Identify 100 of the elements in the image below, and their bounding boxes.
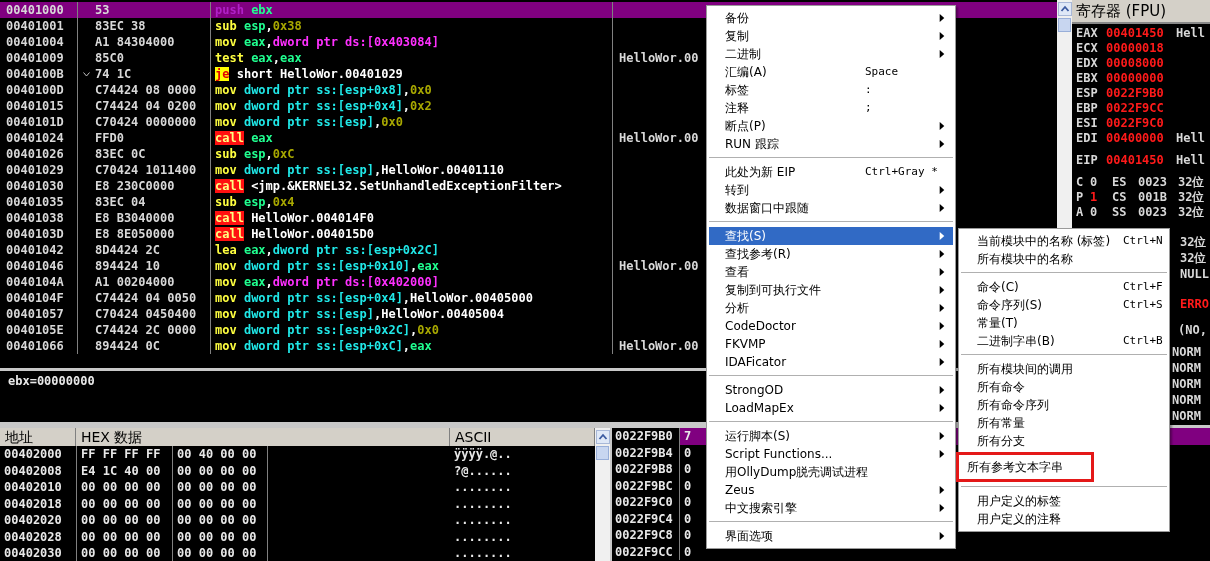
- address-cell-text: 00402010: [3, 479, 63, 496]
- menu-item[interactable]: 复制: [709, 27, 953, 45]
- hex-cell: E8 230C0000: [95, 178, 175, 194]
- instruction-cell: test eax,eax: [215, 51, 302, 65]
- menu-item[interactable]: 标签 :: [709, 81, 953, 99]
- menu-label: 命令序列(S): [977, 297, 1043, 314]
- comment-cell: HelloWor.00: [619, 51, 699, 65]
- address-cell: 0022F9C8: [612, 527, 680, 544]
- column-header[interactable]: HEX 数据: [76, 428, 450, 446]
- menu-item[interactable]: 二进制: [709, 45, 953, 63]
- scrollbar-thumb[interactable]: [596, 446, 609, 460]
- menu-item[interactable]: LoadMapEx: [709, 399, 953, 417]
- register-name: EBX: [1076, 71, 1099, 86]
- menu-item[interactable]: 用户定义的注释: [961, 510, 1167, 528]
- column-header[interactable]: 地址: [0, 428, 76, 446]
- menu-item[interactable]: 所有模块间的调用: [961, 360, 1167, 378]
- menu-item[interactable]: 当前模块中的名称 (标签) Ctrl+N: [961, 232, 1167, 250]
- register-value: 00000000: [1106, 71, 1165, 86]
- hex-cell: A1 84304000: [95, 34, 175, 50]
- menu-item[interactable]: 分析: [709, 299, 953, 317]
- menu-label: 用户定义的标签: [977, 493, 1062, 510]
- flag-name: C: [1076, 175, 1085, 190]
- menu-item[interactable]: 查找参考(R): [709, 245, 953, 263]
- menu-label: 所有模块间的调用: [977, 361, 1074, 378]
- menu-item[interactable]: 用户定义的标签: [961, 492, 1167, 510]
- instruction-cell: mov dword ptr ss:[esp+0x10],eax: [215, 259, 439, 273]
- flag-value: 0: [1090, 205, 1099, 220]
- menu-item[interactable]: 运行脚本(S): [709, 427, 953, 445]
- menu-item[interactable]: 用OllyDump脱壳调试进程: [709, 463, 953, 481]
- menu-item[interactable]: 所有命令: [961, 378, 1167, 396]
- ascii-cell-text: ........: [453, 528, 512, 545]
- address-cell: 0040104F: [6, 291, 64, 305]
- menu-item[interactable]: 所有参考文本字串: [956, 452, 1094, 482]
- hex-cell: 00 40 00 00: [172, 446, 268, 463]
- register-value: 00008000: [1106, 56, 1165, 71]
- ascii-cell-text: ?@......: [453, 462, 512, 479]
- menu-item[interactable]: 转到: [709, 181, 953, 199]
- menu-item[interactable]: FKVMP: [709, 335, 953, 353]
- menu-item[interactable]: StrongOD: [709, 381, 953, 399]
- menu-item[interactable]: 注释 ;: [709, 99, 953, 117]
- menu-item[interactable]: CodeDoctor: [709, 317, 953, 335]
- fpu-tag: NORM: [1172, 377, 1201, 391]
- address-cell: 00401026: [6, 147, 64, 161]
- address-cell: 0040105E: [6, 323, 64, 337]
- segment-name: ES: [1112, 175, 1128, 190]
- menu-item[interactable]: 复制到可执行文件: [709, 281, 953, 299]
- menu-item[interactable]: 所有常量: [961, 414, 1167, 432]
- menu-label: 所有命令: [977, 379, 1026, 396]
- menu-item[interactable]: 二进制字串(B) Ctrl+B: [961, 332, 1167, 350]
- menu-item[interactable]: 中文搜索引擎: [709, 499, 953, 517]
- menu-item[interactable]: 断点(P): [709, 117, 953, 135]
- instruction-cell: mov eax,dword ptr ds:[0x402000]: [215, 275, 439, 289]
- register-value: 00401450: [1106, 153, 1165, 168]
- shortcut-text: ;: [865, 101, 872, 114]
- info-text: ebx=00000000: [8, 374, 95, 388]
- fpu-tag: NORM: [1172, 361, 1201, 375]
- address-cell: 0022F9C0: [612, 494, 680, 511]
- hex-cell: 00 00 00 00: [172, 512, 268, 529]
- flag-value: 0: [1090, 175, 1099, 190]
- hex-cell: E8 B3040000: [95, 210, 175, 226]
- menu-item[interactable]: 常量(T): [961, 314, 1167, 332]
- address-cell-text: 00402030: [3, 545, 63, 561]
- menu-item[interactable]: 汇编(A) Space: [709, 63, 953, 81]
- menu-label: 查找(S): [725, 228, 767, 245]
- instruction-cell: je short HelloWor.00401029: [215, 67, 403, 81]
- menu-item[interactable]: 数据窗口中跟随: [709, 199, 953, 217]
- address-cell: 00401024: [6, 131, 64, 145]
- instruction-cell: call HelloWor.004014F0: [215, 211, 374, 225]
- register-comment: Hell: [1176, 26, 1205, 41]
- scroll-up-icon[interactable]: [595, 430, 610, 444]
- menu-item[interactable]: 所有模块中的名称: [961, 250, 1167, 268]
- menu-item[interactable]: Zeus: [709, 481, 953, 499]
- instruction-cell: mov dword ptr ss:[esp+0x2C],0x0: [215, 323, 439, 337]
- menu-item[interactable]: 所有命令序列: [961, 396, 1167, 414]
- scrollbar-thumb[interactable]: [1058, 18, 1071, 32]
- menu-item[interactable]: 查看: [709, 263, 953, 281]
- menu-item[interactable]: 此处为新 EIP Ctrl+Gray *: [709, 163, 953, 181]
- error-code: (NO,: [1178, 323, 1207, 337]
- menu-item[interactable]: 查找(S): [709, 227, 953, 245]
- menu-item[interactable]: Script Functions...: [709, 445, 953, 463]
- segment-info: 32位: [1178, 190, 1205, 205]
- menu-label: 转到: [725, 182, 750, 199]
- menu-label: 所有分支: [977, 433, 1026, 450]
- segment-value: 0023: [1138, 175, 1168, 190]
- shortcut-text: Ctrl+S: [1123, 298, 1163, 311]
- flag-name: P: [1076, 190, 1085, 205]
- menu-item[interactable]: IDAFicator: [709, 353, 953, 371]
- scroll-up-icon[interactable]: [1057, 2, 1072, 16]
- hex-cell: 00 00 00 00: [172, 462, 268, 479]
- menu-label: 二进制字串(B): [977, 333, 1056, 350]
- instruction-cell: mov dword ptr ss:[esp+0x4],0x2: [215, 99, 432, 113]
- menu-item[interactable]: 命令序列(S) Ctrl+S: [961, 296, 1167, 314]
- menu-item[interactable]: 界面选项: [709, 527, 953, 545]
- address-cell: 00401057: [6, 307, 64, 321]
- menu-item[interactable]: RUN 跟踪: [709, 135, 953, 153]
- register-value: 0022F9C0: [1106, 116, 1165, 131]
- register-name: ECX: [1076, 41, 1099, 56]
- address-cell: 00401042: [6, 243, 64, 257]
- menu-item[interactable]: 所有分支: [961, 432, 1167, 450]
- menu-item[interactable]: 命令(C) Ctrl+F: [961, 278, 1167, 296]
